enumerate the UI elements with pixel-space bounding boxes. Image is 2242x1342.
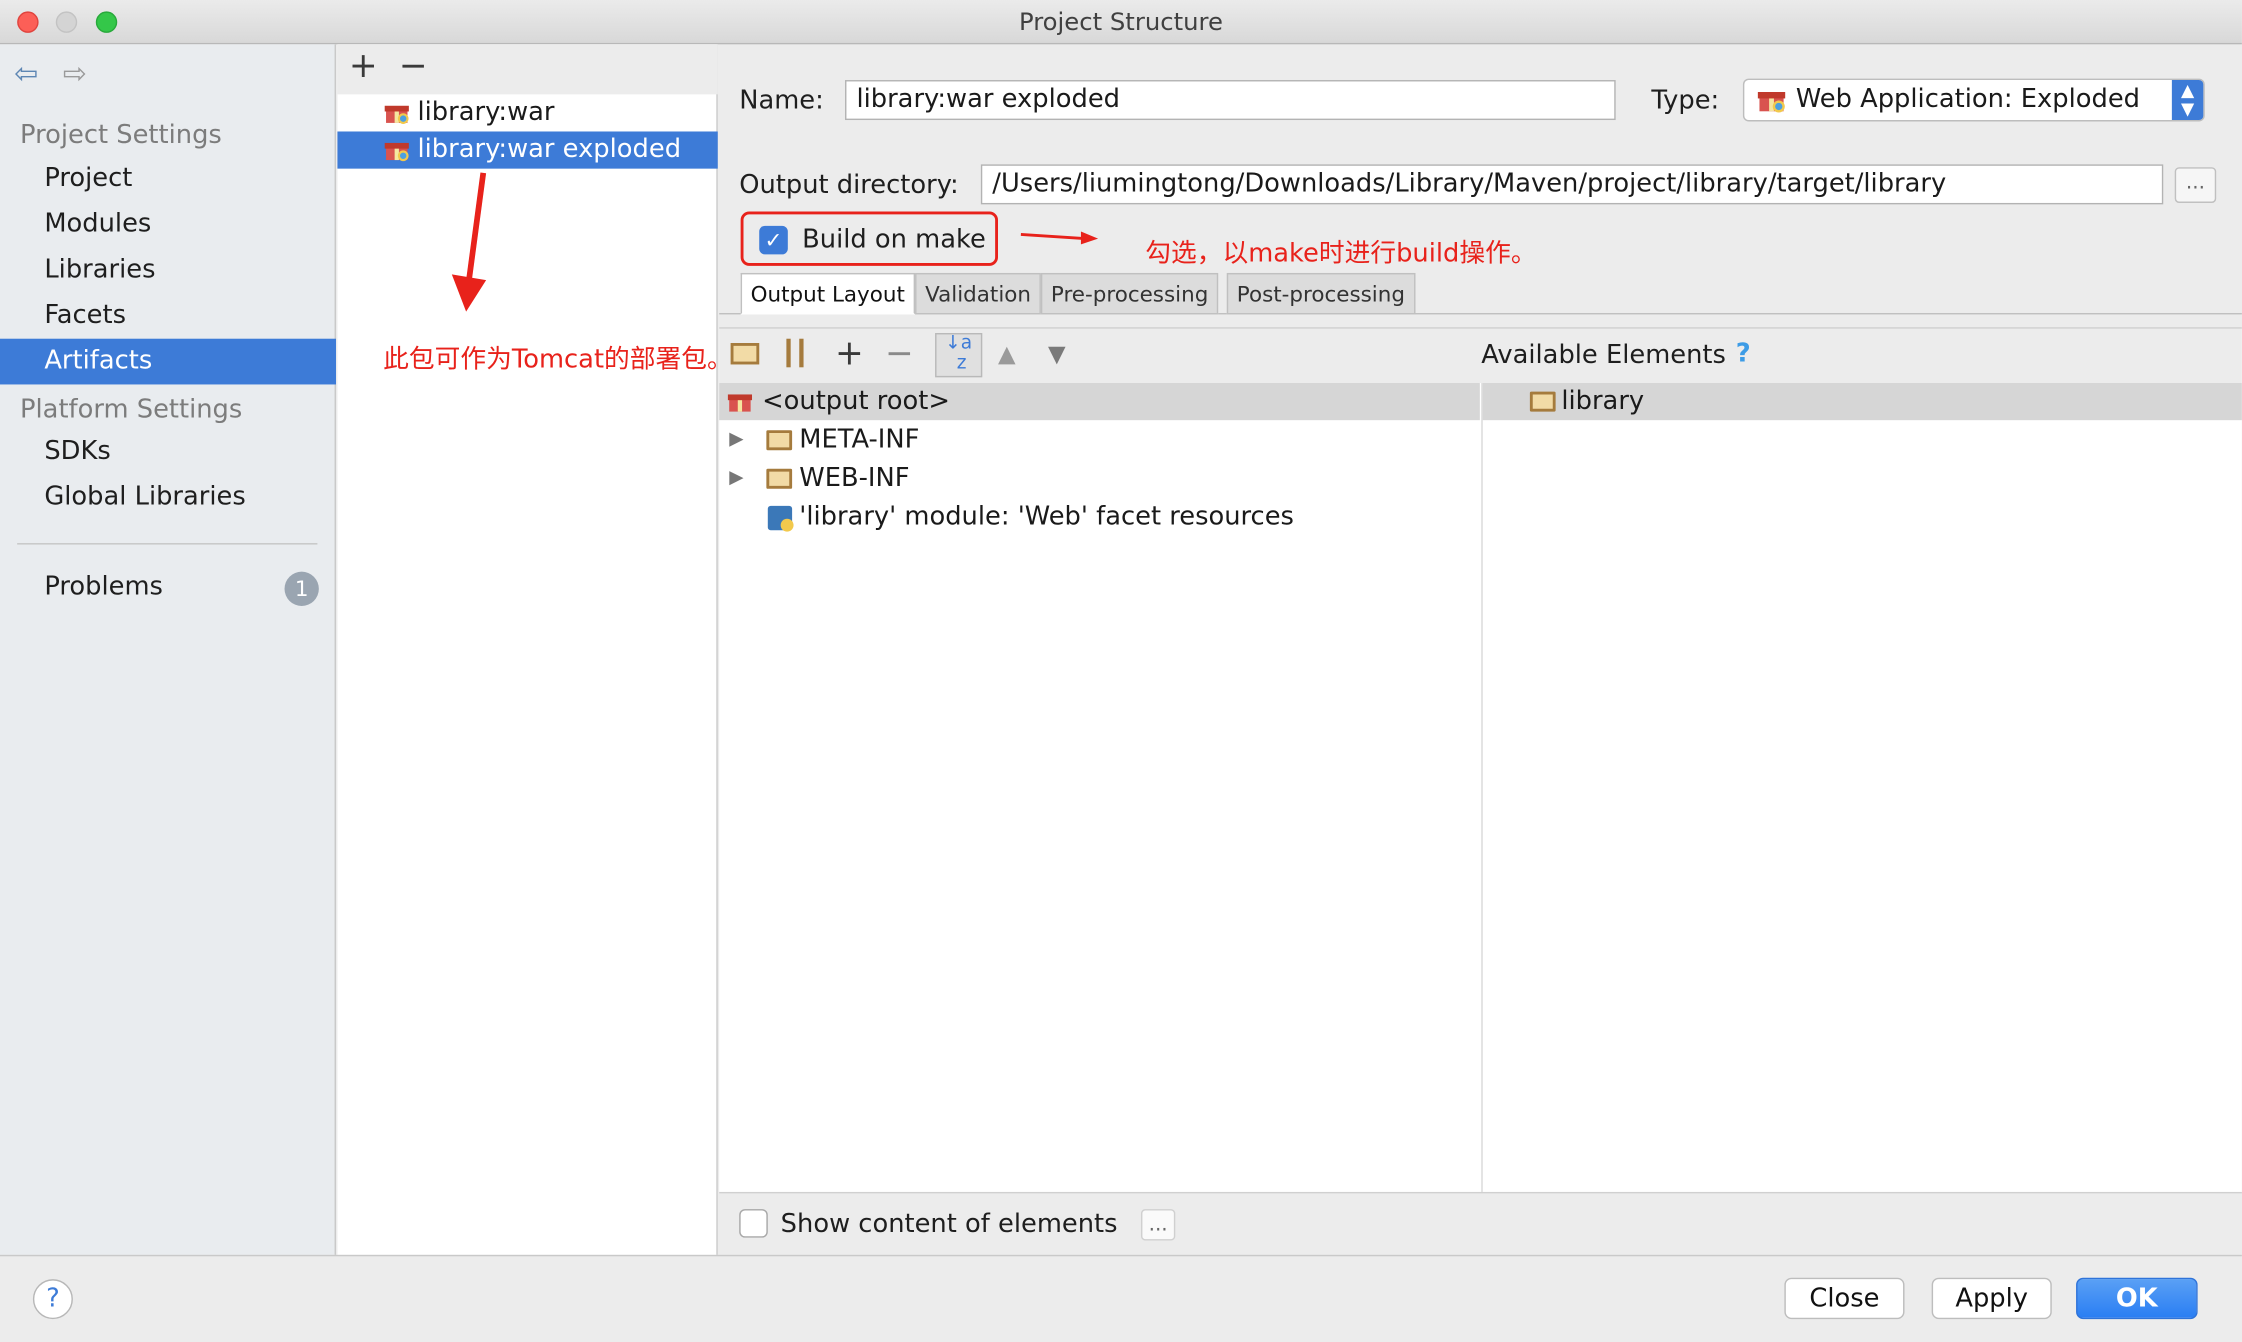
sidebar-item-libraries[interactable]: Libraries bbox=[0, 247, 336, 293]
build-on-make-label[interactable]: Build on make bbox=[802, 224, 986, 254]
annotation-arrow-down bbox=[451, 172, 487, 312]
output-layout-panel: + − ↓a z ▲ ▼ <output root> ▶ META-INF ▶ … bbox=[719, 327, 2242, 1194]
sidebar-divider bbox=[17, 543, 318, 545]
minus-icon[interactable]: − bbox=[399, 46, 428, 86]
build-annotation: 勾选，以make时进行build操作。 bbox=[1145, 238, 1537, 269]
artifact-label: library:war bbox=[417, 97, 555, 128]
available-elements-panel: library bbox=[1481, 383, 2242, 1194]
module-folder-icon bbox=[1529, 391, 1556, 412]
build-on-make-checkbox[interactable]: ✓ bbox=[759, 225, 788, 255]
expand-arrow-icon[interactable]: ▶ bbox=[729, 422, 743, 459]
help-button[interactable]: ? bbox=[32, 1279, 73, 1320]
sidebar-item-global-libraries[interactable]: Global Libraries bbox=[0, 474, 336, 520]
tab-validation[interactable]: Validation bbox=[915, 272, 1042, 315]
sidebar: ⇦ ⇨ Project Settings Project Modules Lib… bbox=[0, 44, 337, 1255]
archive-icon[interactable] bbox=[786, 338, 804, 368]
sidebar-item-modules[interactable]: Modules bbox=[0, 202, 336, 248]
name-input[interactable]: library:war exploded bbox=[845, 80, 1616, 121]
artifact-gift-icon bbox=[384, 105, 409, 124]
artifacts-list-pane: + − library:war library:war exploded bbox=[337, 44, 718, 1255]
output-directory-input[interactable]: /Users/liumingtong/Downloads/Library/Mav… bbox=[980, 164, 2164, 205]
name-label: Name: bbox=[739, 85, 824, 116]
type-select[interactable]: Web Application: Exploded ▲ ▼ bbox=[1742, 78, 2205, 122]
folder-icon bbox=[766, 468, 793, 489]
tree-row-facet-resources[interactable]: 'library' module: 'Web' facet resources bbox=[719, 499, 1480, 536]
add-element-icon[interactable]: + bbox=[835, 333, 864, 373]
output-directory-label: Output directory: bbox=[739, 170, 959, 201]
tree-label: <output root> bbox=[762, 385, 950, 416]
folder-icon bbox=[766, 430, 793, 451]
artifact-gift-icon bbox=[727, 394, 753, 412]
artifact-item-war[interactable]: library:war bbox=[337, 94, 717, 131]
artifacts-toolbar: + − bbox=[337, 44, 718, 95]
section-platform-settings: Platform Settings bbox=[20, 394, 243, 425]
show-content-checkbox[interactable] bbox=[739, 1209, 768, 1238]
help-icon[interactable]: ? bbox=[1736, 339, 1751, 369]
tree-row-meta-inf[interactable]: ▶ META-INF bbox=[719, 422, 1480, 459]
web-app-icon bbox=[1757, 92, 1786, 113]
sidebar-item-project[interactable]: Project bbox=[0, 156, 336, 202]
artifact-label: library:war exploded bbox=[417, 134, 682, 165]
show-content-label[interactable]: Show content of elements bbox=[781, 1209, 1118, 1239]
section-project-settings: Project Settings bbox=[20, 120, 222, 151]
tab-pre-processing[interactable]: Pre-processing bbox=[1040, 272, 1219, 315]
footer-separator bbox=[0, 1254, 2242, 1257]
expand-arrow-icon[interactable]: ▶ bbox=[729, 460, 743, 497]
tree-label: 'library' module: 'Web' facet resources bbox=[799, 501, 1294, 532]
remove-element-icon[interactable]: − bbox=[885, 333, 914, 373]
available-elements-title: Available Elements bbox=[1481, 340, 1726, 371]
annotation-arrow-right bbox=[1020, 231, 1099, 245]
forward-arrow-icon[interactable]: ⇨ bbox=[63, 56, 87, 90]
ok-button[interactable]: OK bbox=[2076, 1277, 2198, 1320]
tab-output-layout[interactable]: Output Layout bbox=[740, 272, 915, 315]
sidebar-item-facets[interactable]: Facets bbox=[0, 293, 336, 339]
available-item-label: library bbox=[1561, 385, 1645, 416]
tree-row-web-inf[interactable]: ▶ WEB-INF bbox=[719, 460, 1480, 497]
move-up-icon[interactable]: ▲ bbox=[998, 340, 1016, 367]
deploy-annotation: 此包可作为Tomcat的部署包。 bbox=[383, 344, 733, 375]
close-button[interactable]: Close bbox=[1784, 1277, 1905, 1320]
back-arrow-icon[interactable]: ⇦ bbox=[14, 56, 38, 90]
sidebar-item-sdks[interactable]: SDKs bbox=[0, 429, 336, 475]
title-bar: Project Structure bbox=[0, 0, 2242, 45]
tree-label: WEB-INF bbox=[799, 463, 910, 494]
plus-icon[interactable]: + bbox=[349, 46, 378, 86]
window-title: Project Structure bbox=[1018, 8, 1223, 38]
select-arrows-icon: ▲ ▼ bbox=[2171, 80, 2204, 121]
tab-post-processing[interactable]: Post-processing bbox=[1226, 272, 1415, 315]
facet-badge-icon bbox=[780, 518, 794, 532]
tree-label: META-INF bbox=[799, 424, 920, 455]
new-directory-icon[interactable] bbox=[730, 343, 760, 365]
show-content-options-button[interactable]: ... bbox=[1140, 1209, 1176, 1241]
sort-az-icon[interactable]: ↓a z bbox=[935, 333, 983, 378]
browse-button[interactable]: ... bbox=[2174, 167, 2217, 203]
artifact-item-war-exploded[interactable]: library:war exploded bbox=[337, 131, 718, 169]
type-select-value: Web Application: Exploded bbox=[1795, 84, 2141, 115]
artifact-gift-icon bbox=[384, 142, 409, 162]
move-down-icon[interactable]: ▼ bbox=[1048, 340, 1066, 367]
tree-row-output-root[interactable]: <output root> bbox=[719, 383, 1480, 421]
problems-count-badge: 1 bbox=[284, 571, 319, 606]
type-label: Type: bbox=[1651, 85, 1720, 116]
sidebar-item-artifacts[interactable]: Artifacts bbox=[0, 338, 337, 385]
apply-button[interactable]: Apply bbox=[1931, 1277, 2052, 1320]
available-item-library[interactable]: library bbox=[1482, 383, 2242, 421]
